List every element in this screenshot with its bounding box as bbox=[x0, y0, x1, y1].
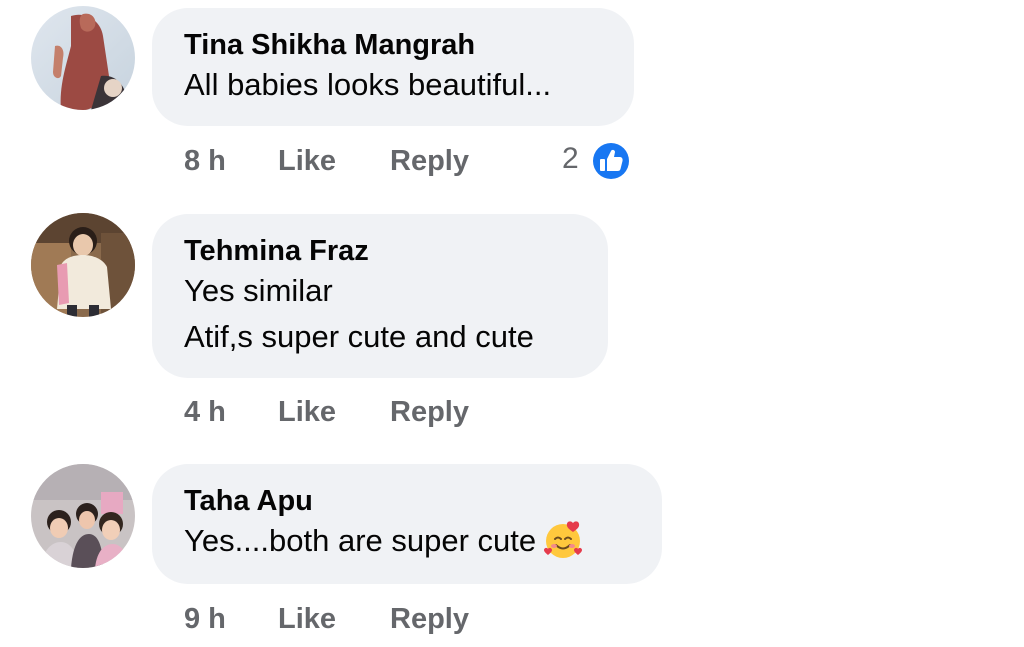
comment-author[interactable]: Tina Shikha Mangrah bbox=[184, 28, 602, 62]
reply-button[interactable]: Reply bbox=[390, 144, 469, 178]
smiling-face-with-hearts-icon bbox=[544, 521, 583, 558]
comment-author[interactable]: Taha Apu bbox=[184, 484, 630, 518]
avatar[interactable] bbox=[31, 6, 135, 110]
comment-text: Yes....both are super cute bbox=[184, 518, 630, 564]
avatar-image bbox=[31, 213, 135, 317]
like-button[interactable]: Like bbox=[278, 395, 336, 429]
like-button[interactable]: Like bbox=[278, 144, 336, 178]
comment-text: All babies looks beautiful... bbox=[184, 67, 552, 102]
comment-text: Atif,s super cute and cute bbox=[184, 319, 534, 354]
comment-bubble: Tehmina Fraz Yes similar Atif,s super cu… bbox=[152, 214, 608, 378]
comment-text: Yes similar bbox=[184, 273, 333, 308]
avatar[interactable] bbox=[31, 213, 135, 317]
comment-bubble: Tina Shikha Mangrah All babies looks bea… bbox=[152, 8, 634, 126]
like-icon bbox=[591, 141, 631, 181]
reply-button[interactable]: Reply bbox=[390, 602, 469, 636]
comment-bubble: Taha Apu Yes....both are super cute bbox=[152, 464, 662, 584]
reply-button[interactable]: Reply bbox=[390, 395, 469, 429]
comment-text-content: Yes....both are super cute bbox=[184, 523, 537, 558]
reaction-count: 2 bbox=[562, 142, 579, 175]
comment-timestamp[interactable]: 8 h bbox=[184, 144, 226, 178]
avatar-image bbox=[31, 464, 135, 568]
comment-author[interactable]: Tehmina Fraz bbox=[184, 234, 576, 268]
avatar[interactable] bbox=[31, 464, 135, 568]
like-button[interactable]: Like bbox=[278, 602, 336, 636]
comment-timestamp[interactable]: 9 h bbox=[184, 602, 226, 636]
avatar-image bbox=[31, 6, 135, 110]
comment-timestamp[interactable]: 4 h bbox=[184, 395, 226, 429]
